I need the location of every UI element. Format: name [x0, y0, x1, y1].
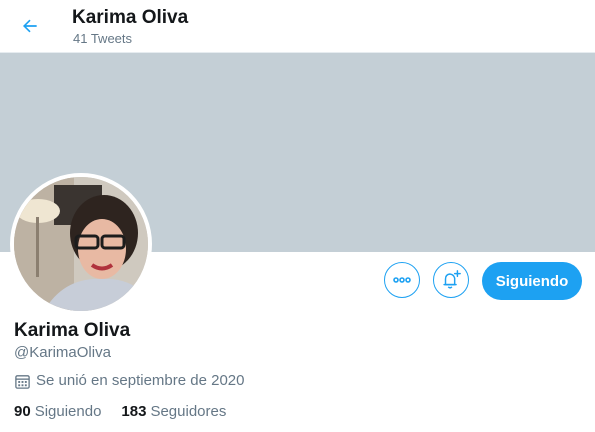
profile-stats: 90 Siguiendo 183 Seguidores [14, 403, 226, 421]
following-link[interactable]: 90 Siguiendo [14, 403, 101, 421]
more-icon [393, 277, 411, 283]
notifications-button[interactable] [433, 262, 469, 298]
following-count: 90 [14, 403, 31, 420]
followers-link[interactable]: 183 Seguidores [121, 403, 226, 421]
back-arrow-icon [23, 19, 37, 33]
join-date: Se unió en septiembre de 2020 [14, 372, 244, 390]
tweet-count: 41 Tweets [73, 31, 133, 46]
followers-count: 183 [121, 403, 147, 420]
more-options-button[interactable] [384, 262, 420, 298]
following-label: Siguiendo [34, 403, 102, 420]
following-button[interactable]: Siguiendo [482, 262, 582, 300]
join-date-text: Se unió en septiembre de 2020 [36, 372, 245, 389]
avatar[interactable] [10, 173, 152, 315]
profile-name: Karima Oliva [14, 320, 131, 341]
followers-label: Seguidores [150, 403, 227, 420]
profile-handle: @KarimaOliva [14, 344, 111, 361]
back-button[interactable] [12, 8, 48, 44]
avatar-photo [14, 177, 148, 311]
bell-plus-icon [443, 270, 461, 289]
profile-header: Karima Oliva 41 Tweets [0, 0, 595, 53]
header-title: Karima Oliva [72, 7, 189, 28]
calendar-icon [15, 374, 30, 389]
